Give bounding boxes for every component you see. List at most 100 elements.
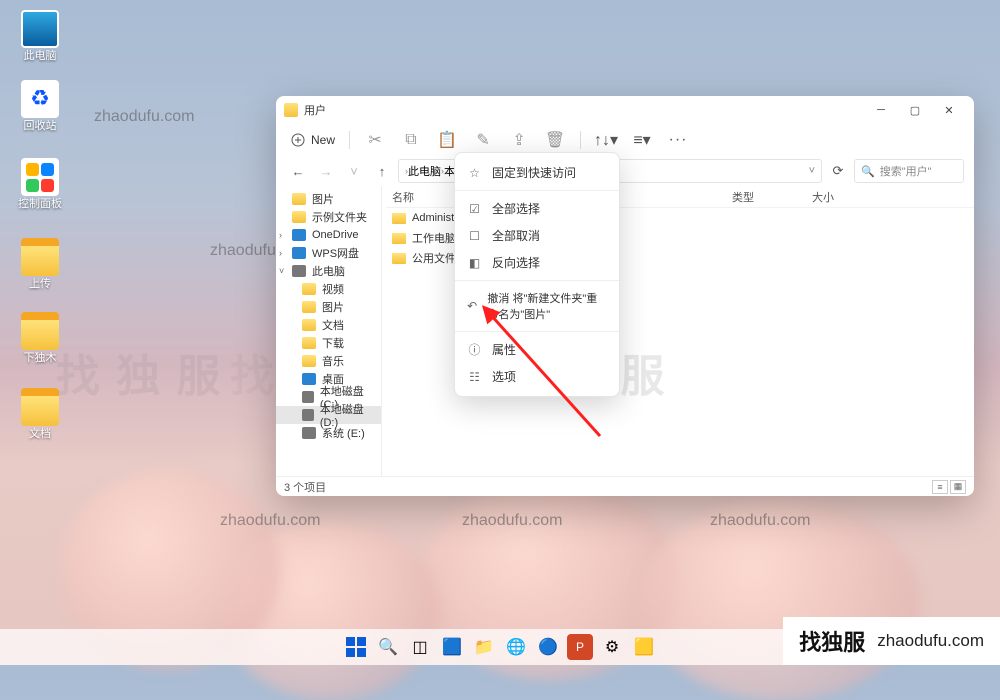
menu-select-all[interactable]: ☑全部选择	[455, 195, 619, 222]
menu-pin-to-quickaccess[interactable]: ☆固定到快速访问	[455, 159, 619, 186]
menu-properties[interactable]: ⓘ属性	[455, 336, 619, 363]
sidebar-item[interactable]: 示例文件夹	[276, 208, 381, 226]
watermark-big: 找 独 服	[56, 340, 222, 404]
options-icon: ☷	[467, 369, 482, 384]
copy-button[interactable]: ⧉	[400, 129, 422, 151]
address-bar-row: ← → ˅ ↑ › 此电脑 › 本地… ˅ ⟳ 🔍 搜索"用户"	[276, 156, 974, 186]
new-label: New	[311, 133, 335, 147]
watermark-url: zhaodufu.com	[710, 512, 811, 530]
forward-button[interactable]: →	[314, 159, 338, 183]
search-taskbar-icon[interactable]: 🔍	[375, 634, 401, 660]
back-button[interactable]: ←	[286, 159, 310, 183]
sidebar-item[interactable]: 系统 (E:)	[276, 424, 381, 442]
sidebar-item[interactable]: 图片	[276, 298, 381, 316]
file-name: 工作电脑	[412, 230, 456, 246]
cut-button[interactable]: ✂	[364, 129, 386, 151]
folder-icon	[21, 312, 59, 350]
sidebar-item[interactable]: 本地磁盘 (D:)	[276, 406, 381, 424]
menu-options[interactable]: ☷选项	[455, 363, 619, 390]
search-input[interactable]: 🔍 搜索"用户"	[854, 159, 964, 183]
desktop-icon-recycle-bin[interactable]: 回收站	[10, 80, 70, 133]
sidebar-item-label: OneDrive	[312, 229, 358, 241]
sidebar-item-label: WPS网盘	[312, 245, 359, 261]
edge-icon[interactable]: 🌐	[503, 634, 529, 660]
sidebar-item-icon	[292, 193, 306, 205]
gear-icon[interactable]: ⚙	[599, 634, 625, 660]
sidebar-item[interactable]: › OneDrive	[276, 226, 381, 244]
sidebar-item[interactable]: 音乐	[276, 352, 381, 370]
ppt-icon[interactable]: P	[567, 634, 593, 660]
details-view-button[interactable]: ≡	[932, 480, 948, 494]
sidebar: 图片示例文件夹›OneDrive›WPS网盘˅此电脑视频图片文档下载音乐桌面本地…	[276, 186, 382, 476]
sidebar-item[interactable]: ˅此电脑	[276, 262, 381, 280]
desktop-icon-this-pc[interactable]: 此电脑	[10, 10, 70, 63]
folder-icon	[392, 233, 406, 244]
paste-button[interactable]: 📋	[436, 129, 458, 151]
menu-select-none[interactable]: ☐全部取消	[455, 222, 619, 249]
rename-button[interactable]: ✎	[472, 129, 494, 151]
close-button[interactable]: ✕	[932, 98, 966, 122]
desktop-icon-folder-upload[interactable]: 上传	[10, 238, 70, 291]
more-button[interactable]: ···	[667, 129, 689, 151]
sidebar-item-icon	[302, 337, 316, 349]
item-count: 3 个项目	[284, 479, 326, 495]
refresh-button[interactable]: ⟳	[826, 159, 850, 183]
recycle-bin-icon	[21, 80, 59, 118]
status-bar: 3 个项目 ≡ ▦	[276, 476, 974, 496]
widgets-icon[interactable]: 🟦	[439, 634, 465, 660]
taskview-icon[interactable]: ◫	[407, 634, 433, 660]
desktop-icon-control-panel[interactable]: 控制面板	[10, 158, 70, 211]
explorer-icon[interactable]: 📁	[471, 634, 497, 660]
sidebar-item-icon	[302, 319, 316, 331]
watermark-url: zhaodufu.com	[462, 512, 563, 530]
chrome-icon[interactable]: 🔵	[535, 634, 561, 660]
invert-icon: ◧	[467, 255, 482, 270]
sidebar-item[interactable]: 文档	[276, 316, 381, 334]
desktop-icon-label: 此电脑	[24, 50, 57, 63]
sidebar-item-label: 下载	[322, 335, 344, 351]
sidebar-item[interactable]: 视频	[276, 280, 381, 298]
sidebar-item-icon	[292, 247, 306, 259]
sidebar-item-label: 图片	[322, 299, 344, 315]
up-button[interactable]: ↑	[370, 159, 394, 183]
sidebar-item[interactable]: 图片	[276, 190, 381, 208]
sidebar-item-icon	[292, 211, 306, 223]
icons-view-button[interactable]: ▦	[950, 480, 966, 494]
sidebar-item[interactable]: › WPS网盘	[276, 244, 381, 262]
brand-overlay: 找独服 zhaodufu.com	[783, 617, 1000, 665]
folder-icon	[284, 103, 298, 117]
plus-circle-icon	[290, 132, 306, 148]
column-type[interactable]: 类型	[732, 189, 812, 205]
sidebar-item[interactable]: 下载	[276, 334, 381, 352]
desktop-icon-label: 回收站	[24, 120, 57, 133]
titlebar: 用户 ─ ▢ ✕	[276, 96, 974, 124]
app-icon[interactable]: 🟨	[631, 634, 657, 660]
maximize-button[interactable]: ▢	[898, 98, 932, 122]
sidebar-item-icon	[302, 409, 314, 421]
context-menu: ☆固定到快速访问 ☑全部选择 ☐全部取消 ◧反向选择 ↶撤消 将"新建文件夹"重…	[454, 152, 620, 397]
sidebar-item-icon	[292, 229, 306, 241]
menu-invert-selection[interactable]: ◧反向选择	[455, 249, 619, 276]
address-dropdown-icon[interactable]: ˅	[809, 165, 815, 177]
desktop-icon-label: 文档	[29, 428, 51, 441]
menu-undo[interactable]: ↶撤消 将"新建文件夹"重命名为"图片"	[455, 285, 619, 327]
start-button[interactable]	[343, 634, 369, 660]
minimize-button[interactable]: ─	[864, 98, 898, 122]
delete-button[interactable]: 🗑	[544, 129, 566, 151]
pin-icon: ☆	[467, 165, 482, 180]
folder-icon	[392, 253, 406, 264]
sidebar-item-label: 系统 (E:)	[322, 425, 365, 441]
desktop-icon-label: 上传	[29, 278, 51, 291]
chevron-icon: ›	[279, 230, 282, 240]
share-button[interactable]: ⇪	[508, 129, 530, 151]
folder-icon	[21, 238, 59, 276]
column-size[interactable]: 大小	[812, 189, 892, 205]
sidebar-item-icon	[302, 391, 314, 403]
chevron-icon: ›	[279, 248, 282, 258]
new-button[interactable]: New	[290, 132, 335, 148]
this-pc-icon	[21, 10, 59, 48]
view-button[interactable]: ≡▾	[631, 129, 653, 151]
sort-button[interactable]: ↑↓▾	[595, 129, 617, 151]
recent-dropdown[interactable]: ˅	[342, 159, 366, 183]
sidebar-item-icon	[302, 301, 316, 313]
